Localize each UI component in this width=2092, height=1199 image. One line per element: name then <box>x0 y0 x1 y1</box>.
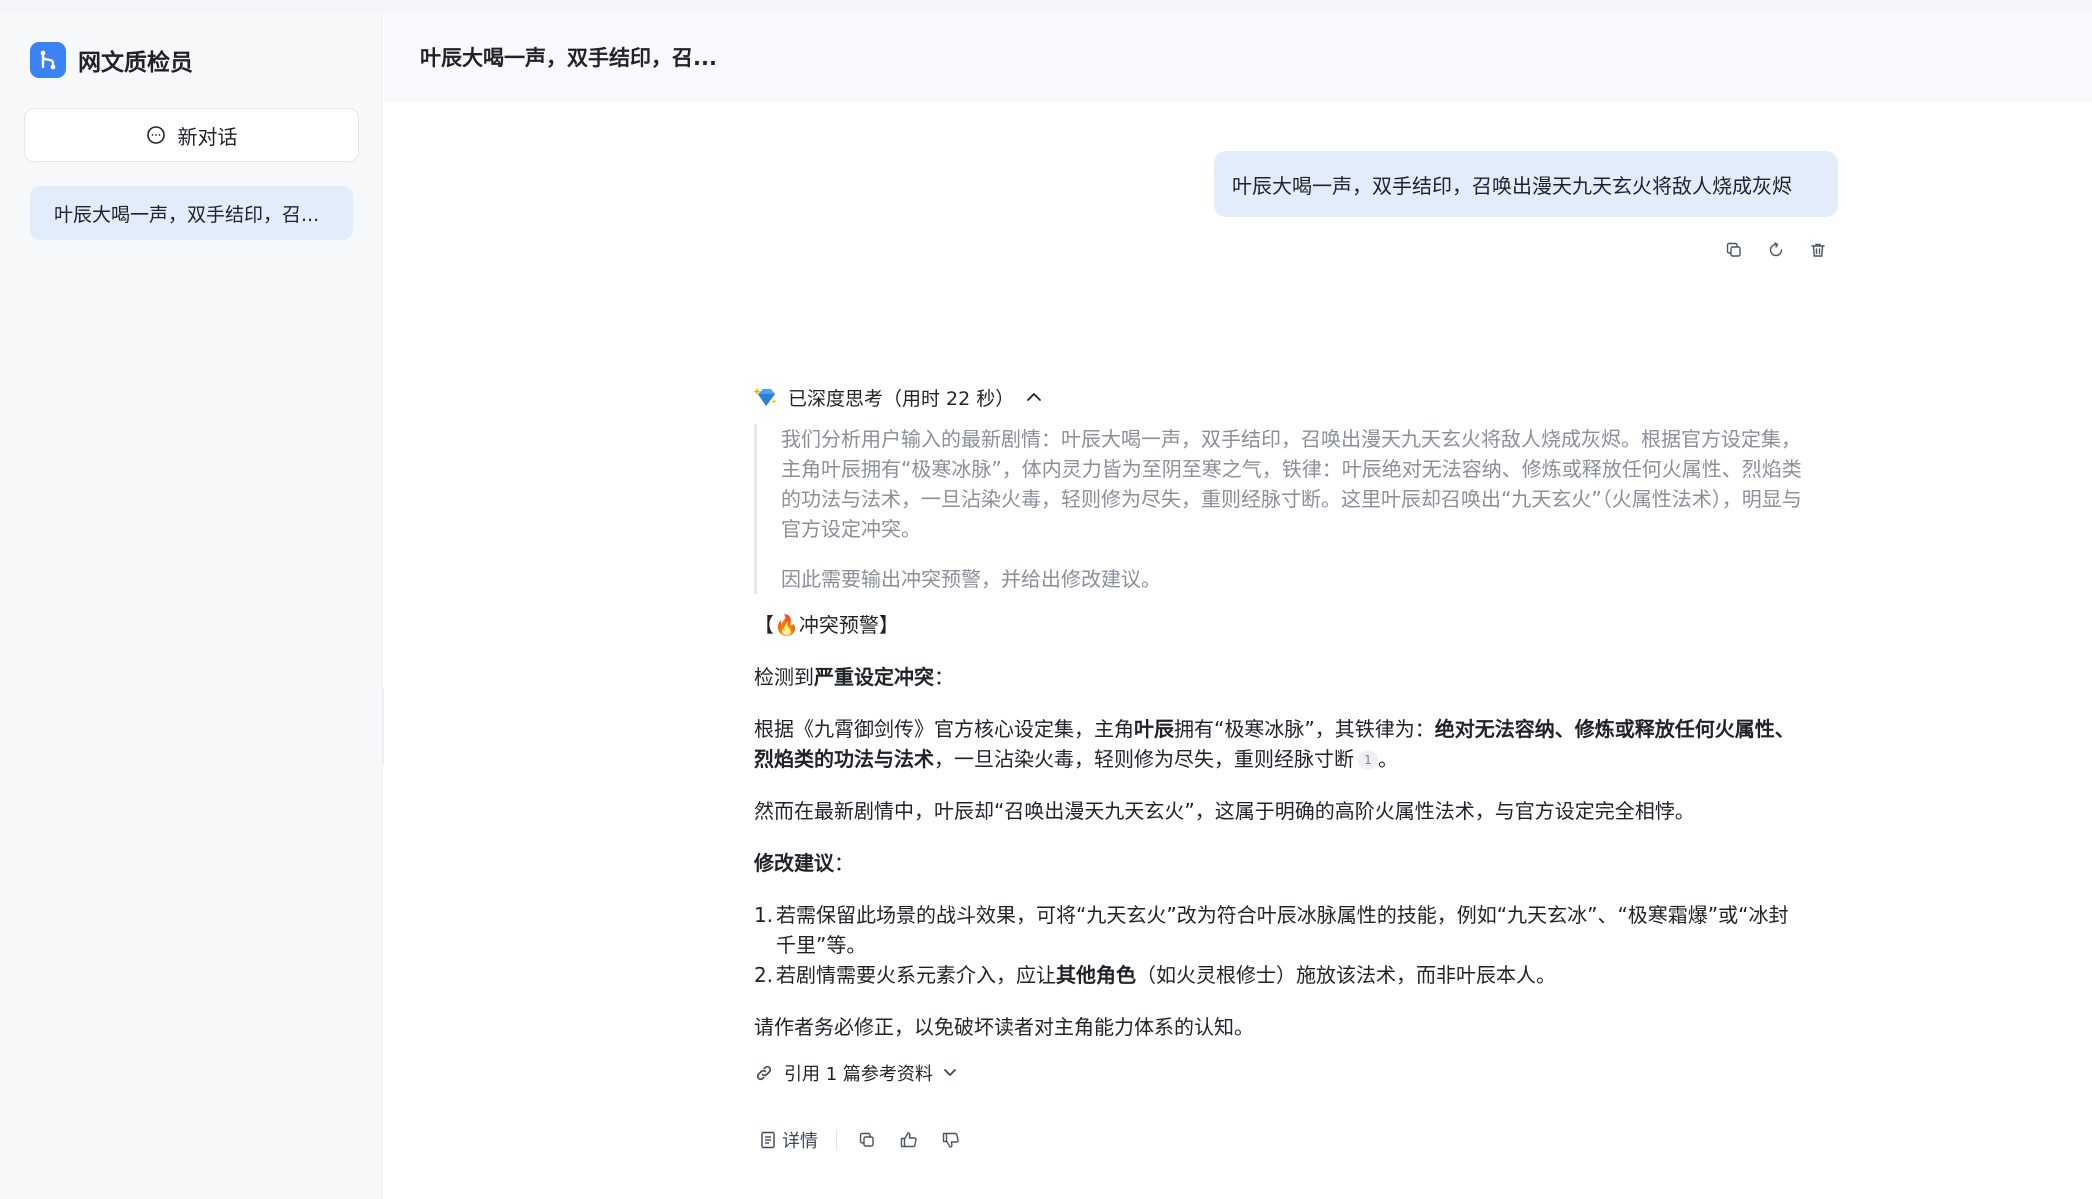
thinking-toggle[interactable]: 已深度思考（用时 22 秒） <box>754 382 1804 412</box>
trash-icon[interactable] <box>1806 238 1830 262</box>
chevron-up-icon <box>1026 391 1042 403</box>
divider <box>836 1130 837 1150</box>
thinking-content: 我们分析用户输入的最新剧情：叶辰大喝一声，双手结印，召唤出漫天九天玄火将敌人烧成… <box>754 424 1804 594</box>
assistant-answer: 已深度思考（用时 22 秒） 我们分析用户输入的最新剧情：叶辰大喝一声，双手结印… <box>754 382 1804 1154</box>
chevron-down-icon <box>943 1068 957 1078</box>
chat-main: 叶辰大喝一声，双手结印，召... 叶辰大喝一声，双手结印，召唤出漫天九天玄火将敌… <box>384 12 2092 1199</box>
suggestion-title: 修改建议： <box>754 851 854 875</box>
user-message-actions <box>1722 238 1830 262</box>
copy-icon[interactable] <box>1722 238 1746 262</box>
refresh-icon[interactable] <box>1764 238 1788 262</box>
thumbs-up-icon[interactable] <box>897 1128 921 1152</box>
chat-title: 叶辰大喝一声，双手结印，召... <box>420 46 717 70</box>
thinking-label: 已深度思考（用时 22 秒） <box>788 387 1015 410</box>
detail-button[interactable]: 详情 <box>760 1127 818 1153</box>
brand: 网文质检员 <box>30 42 193 78</box>
closing-paragraph: 请作者务必修正，以免破坏读者对主角能力体系的认知。 <box>754 1015 1254 1039</box>
detect-line: 检测到严重设定冲突： <box>754 665 954 689</box>
answer-content: 【🔥冲突预警】 检测到严重设定冲突： 根据《九霄御剑传》官方核心设定集，主角叶辰… <box>754 610 1804 1042</box>
top-strip <box>0 0 2092 12</box>
thinking-paragraph: 因此需要输出冲突预警，并给出修改建议。 <box>781 567 1161 591</box>
chat-header: 叶辰大喝一声，双手结印，召... <box>384 12 2092 102</box>
basis-paragraph: 根据《九霄御剑传》官方核心设定集，主角叶辰拥有“极寒冰脉”，其铁律为：绝对无法容… <box>754 717 1795 771</box>
conversation-item[interactable]: 叶辰大喝一声，双手结印，召... <box>30 186 353 240</box>
document-icon <box>760 1131 776 1149</box>
new-chat-label: 新对话 <box>177 124 238 149</box>
sidebar: 网文质检员 新对话 叶辰大喝一声，双手结印，召... <box>0 12 383 1199</box>
references-toggle[interactable]: 引用 1 篇参考资料 <box>754 1058 1804 1088</box>
diamond-sparkle-icon <box>754 386 778 408</box>
branch-logo-icon <box>30 42 66 78</box>
new-chat-button[interactable]: 新对话 <box>24 108 359 162</box>
chat-bubble-icon <box>146 125 166 145</box>
citation-marker[interactable]: 1 <box>1358 750 1378 770</box>
answer-actions: 详情 <box>754 1126 1804 1154</box>
references-label: 引用 1 篇参考资料 <box>784 1064 933 1085</box>
thinking-paragraph: 我们分析用户输入的最新剧情：叶辰大喝一声，双手结印，召唤出漫天九天玄火将敌人烧成… <box>781 427 1802 541</box>
app-name: 网文质检员 <box>78 50 193 76</box>
thumbs-down-icon[interactable] <box>939 1128 963 1152</box>
copy-icon[interactable] <box>855 1128 879 1152</box>
list-item: 1. 若需保留此场景的战斗效果，可将“九天玄火”改为符合叶辰冰脉属性的技能，例如“… <box>754 903 1789 957</box>
detail-label: 详情 <box>782 1131 818 1152</box>
user-message: 叶辰大喝一声，双手结印，召唤出漫天九天玄火将敌人烧成灰烬 <box>1214 151 1838 217</box>
conflict-warning-title: 【🔥冲突预警】 <box>754 613 899 637</box>
suggestion-list: 1. 若需保留此场景的战斗效果，可将“九天玄火”改为符合叶辰冰脉属性的技能，例如“… <box>754 900 1804 990</box>
list-item: 2. 若剧情需要火系元素介入，应让其他角色（如火灵根修士）施放该法术，而非叶辰本人… <box>754 963 1556 987</box>
link-icon <box>754 1063 774 1083</box>
contrast-paragraph: 然而在最新剧情中，叶辰却“召唤出漫天九天玄火”，这属于明确的高阶火属性法术，与官… <box>754 799 1695 823</box>
